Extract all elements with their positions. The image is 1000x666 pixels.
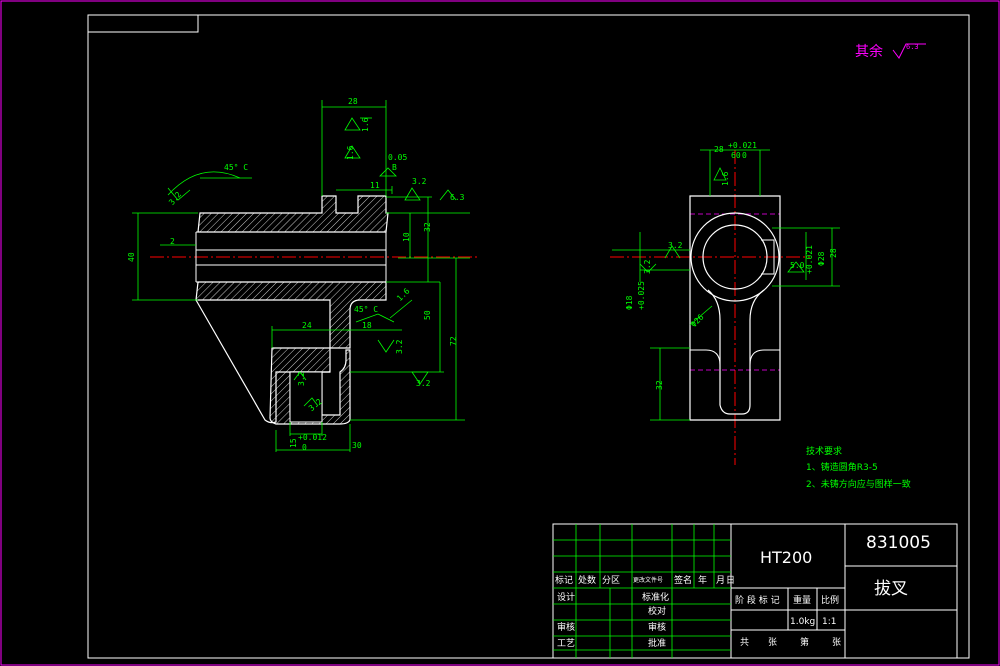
- drawing-frame: [87, 14, 970, 659]
- tb-weight-value: 1.0kg: [790, 617, 815, 627]
- tech-requirements: 技术要求 1、铸造圆角R3-5 2、未铸方向应与图样一致: [806, 445, 911, 490]
- tb-year: 年: [698, 574, 707, 586]
- tb-sign: 签名: [674, 574, 692, 586]
- tb-sheet-unit: 张: [832, 637, 841, 648]
- title-block: HT200 831005 拔叉 标记 处数 分区 更改文件号 签名 年 月 日 …: [552, 523, 958, 659]
- dim-r32-bottom: 3.2: [416, 379, 431, 388]
- upper-hub-section: [197, 195, 389, 233]
- tb-scale-value: 1:1: [822, 617, 836, 627]
- dim-r16-a: 1.6: [361, 117, 370, 132]
- dim-right-32: 32: [423, 222, 432, 232]
- material: HT200: [760, 548, 812, 567]
- dim-bottom-30: 30: [352, 441, 362, 450]
- dim-r16-b: 1.6: [346, 145, 355, 160]
- r-dim-r32-left2: 3.2: [643, 259, 652, 274]
- r-dim-right: Φ28: [817, 251, 826, 266]
- tb-sheet-no: 第: [800, 636, 809, 648]
- dim-r32-top: 3.2: [412, 177, 427, 186]
- r-dim-right-28: 28: [829, 248, 838, 258]
- dim-r32-slot: 3.2: [297, 371, 306, 386]
- drawing-number: 831005: [866, 533, 931, 553]
- dim-right-72: 72: [449, 336, 458, 346]
- r-dim-bottom: 32: [655, 380, 664, 390]
- roughness-note: 其余 6.3: [855, 43, 926, 60]
- dim-r63: 6.3: [450, 193, 465, 202]
- tb-mark: 标记: [555, 574, 573, 586]
- r-dim-top-tol: +0.021: [728, 141, 757, 150]
- roughness-note-label: 其余: [855, 43, 883, 60]
- left-view: 28 1.6 1.6 0.05 B 11 3.2 6.3 45° C 3.2 4…: [127, 97, 480, 452]
- tb-scale-label: 比例: [821, 594, 839, 606]
- tb-sheets-total: 共: [740, 637, 749, 648]
- tb-approve: 批准: [648, 637, 666, 649]
- dim-tol-005-ref: B: [392, 163, 397, 172]
- roughness-note-value: 6.3: [906, 43, 919, 51]
- r-dim-diag: Φ26: [689, 312, 706, 329]
- tb-weight-label: 重量: [793, 594, 811, 606]
- r-dim-top-60: 60: [731, 151, 741, 160]
- dim-tol-005: 0.05: [388, 153, 407, 162]
- dim-top-width: 28: [348, 97, 358, 106]
- cad-drawing: 其余 6.3 28 1.6 1.6 0.05 B 11 3.2 6.3 45° …: [0, 0, 1000, 666]
- dim-r32-left: 3.2: [167, 190, 183, 207]
- part-name: 拔叉: [874, 579, 908, 599]
- r-dim-right-tol: +0.021: [805, 245, 814, 274]
- tech-req-item-2: 2、未铸方向应与图样一致: [806, 478, 911, 490]
- r-dim-top: 28: [714, 145, 724, 154]
- dim-r16-right: 1.6: [395, 286, 412, 303]
- tb-day: 日: [726, 575, 735, 586]
- right-view: 28 +0.021 0 60 1.6 3.2 3.2 Φ18 +0.025 Φ2…: [610, 141, 840, 465]
- r-dim-r16: 1.6: [721, 171, 730, 186]
- dim-left-height: 40: [127, 252, 136, 262]
- tb-craft: 工艺: [557, 638, 575, 649]
- tb-review: 审核: [557, 621, 575, 633]
- tb-sheets-unit: 张: [768, 637, 777, 648]
- dim-18: 18: [362, 321, 372, 330]
- lower-hub-section: [195, 281, 387, 349]
- tb-stage: 阶 段 标 记: [735, 594, 780, 606]
- tech-req-item-1: 1、铸造圆角R3-5: [806, 461, 878, 473]
- tb-design: 设计: [557, 591, 575, 603]
- tb-standardize: 标准化: [642, 591, 669, 603]
- dim-slot-width: 11: [370, 181, 380, 190]
- r-dim-left: Φ18: [625, 295, 634, 310]
- tb-change-doc: 更改文件号: [633, 576, 663, 584]
- r-dim-r32-left: 3.2: [668, 241, 683, 250]
- dim-r32-mid: 3.2: [395, 339, 404, 354]
- dim-right-10: 10: [402, 232, 411, 242]
- dim-small-2: 2: [170, 237, 175, 246]
- dim-slot: 15: [289, 438, 298, 448]
- tb-check: 校对: [648, 605, 666, 617]
- r-dim-top-tol-b: 0: [742, 151, 747, 160]
- dim-right-50: 50: [423, 310, 432, 320]
- tb-zone: 分区: [602, 575, 620, 586]
- tech-req-title: 技术要求: [806, 445, 842, 457]
- tb-count: 处数: [578, 574, 596, 586]
- dim-angle-45: 45° C: [224, 163, 248, 172]
- tb-audit: 审核: [648, 621, 666, 633]
- tb-month: 月: [716, 575, 725, 586]
- dim-angle-bottom: 45° C: [354, 305, 378, 314]
- r-dim-left-tol: +0.025: [637, 281, 646, 310]
- dim-24: 24: [302, 321, 312, 330]
- dim-slot-tol: +0.012: [298, 433, 327, 442]
- dim-slot-tol-zero: 0: [302, 443, 307, 452]
- r-dim-r50: 5.0: [790, 261, 805, 270]
- code-box: [88, 15, 199, 33]
- sheet-border: [0, 0, 1000, 666]
